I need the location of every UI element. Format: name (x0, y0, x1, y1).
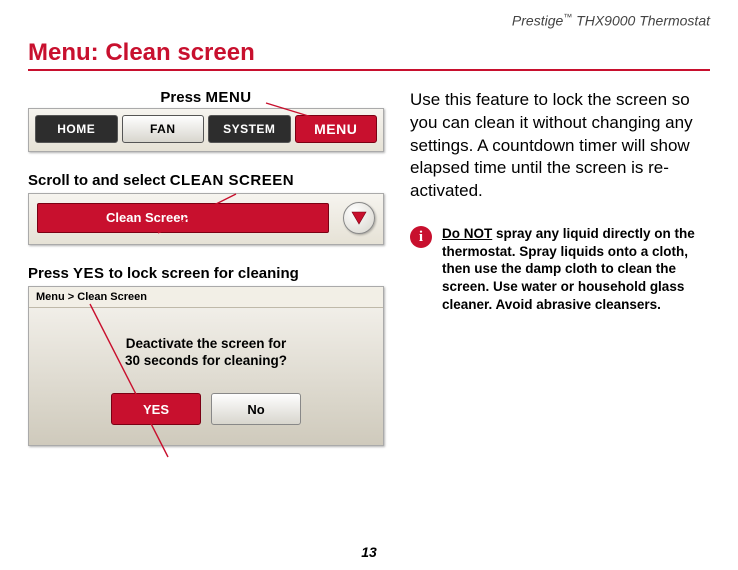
step1-label: Press MENU (28, 89, 384, 106)
right-column: Use this feature to lock the screen so y… (410, 89, 710, 447)
nav-menu-button[interactable]: MENU (295, 115, 378, 143)
left-column: Press MENU HOME FAN SYSTEM MENU Scroll t… (28, 89, 384, 447)
breadcrumb: Menu > Clean Screen (29, 287, 383, 308)
no-button[interactable]: No (211, 393, 301, 425)
clean-screen-menu-item[interactable]: Clean Screen (37, 203, 329, 233)
thermostat-navbar-panel: HOME FAN SYSTEM MENU (28, 108, 384, 152)
info-icon: i (410, 226, 432, 248)
chevron-down-icon (351, 211, 367, 225)
info-text: Do NOT spray any liquid directly on the … (442, 225, 710, 313)
page-title: Menu: Clean screen (28, 39, 710, 67)
nav-fan-button[interactable]: FAN (122, 115, 205, 143)
step2-label: Scroll to and select CLEAN SCREEN (28, 172, 384, 189)
nav-home-button[interactable]: HOME (35, 115, 118, 143)
title-rule (28, 69, 710, 71)
dialog-message: Deactivate the screen for 30 seconds for… (39, 336, 373, 370)
step3-label: Press YES to lock screen for cleaning (28, 265, 384, 282)
yes-button[interactable]: YES (111, 393, 201, 425)
feature-description: Use this feature to lock the screen so y… (410, 89, 710, 204)
product-model: THX9000 Thermostat (576, 13, 710, 29)
product-header: Prestige™ THX9000 Thermostat (28, 12, 710, 29)
product-name: Prestige (512, 13, 563, 29)
nav-system-button[interactable]: SYSTEM (208, 115, 291, 143)
trademark: ™ (563, 12, 572, 22)
info-callout: i Do NOT spray any liquid directly on th… (410, 225, 710, 313)
scroll-down-button[interactable] (343, 202, 375, 234)
confirm-dialog-panel: Menu > Clean Screen Deactivate the scree… (28, 286, 384, 447)
page-number: 13 (0, 544, 738, 560)
clean-screen-row-panel: Clean Screen (28, 193, 384, 245)
